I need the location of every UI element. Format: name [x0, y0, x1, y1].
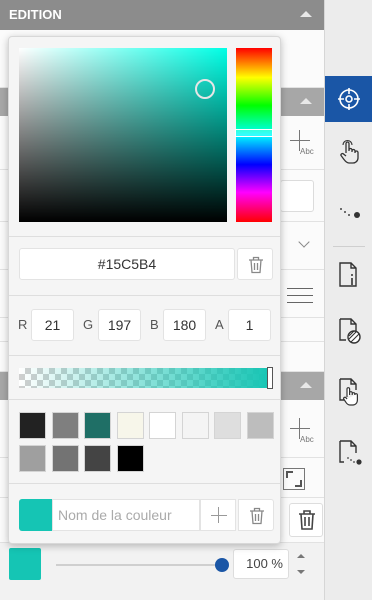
- color-picker-popup: #15C5B4 R 21 G 197 B 180 A 1 Nom de la c…: [8, 36, 281, 544]
- color-name-input[interactable]: Nom de la couleur: [52, 499, 200, 531]
- menu-icon[interactable]: [287, 288, 313, 304]
- alpha-label: A: [215, 317, 224, 332]
- edition-header[interactable]: EDITION: [0, 0, 324, 30]
- tool-path[interactable]: [325, 190, 372, 236]
- decrement-icon[interactable]: [297, 570, 305, 574]
- red-label: R: [18, 317, 28, 332]
- path-icon: [340, 208, 360, 218]
- color-swatch[interactable]: [116, 412, 144, 439]
- opacity-slider-track[interactable]: [56, 564, 222, 566]
- divider: [9, 236, 280, 237]
- edition-title: EDITION: [9, 7, 62, 22]
- color-swatch[interactable]: [84, 412, 111, 439]
- opacity-slider-thumb[interactable]: [215, 558, 229, 572]
- color-swatch[interactable]: [214, 412, 241, 439]
- add-color-button[interactable]: [200, 499, 236, 531]
- red-input[interactable]: 21: [31, 309, 74, 341]
- trash-icon: [250, 507, 264, 525]
- fit-screen-icon[interactable]: [283, 468, 305, 490]
- color-swatch[interactable]: [19, 445, 46, 472]
- alpha-slider[interactable]: [19, 367, 273, 389]
- toolbar-divider: [333, 246, 365, 247]
- delete-button[interactable]: [289, 503, 323, 537]
- tool-touch[interactable]: [325, 128, 372, 174]
- trash-icon: [299, 510, 315, 530]
- opacity-input[interactable]: 100 %: [233, 549, 289, 579]
- hex-input[interactable]: #15C5B4: [19, 248, 235, 280]
- right-toolbar: [324, 0, 372, 600]
- current-color-swatch[interactable]: [19, 499, 52, 531]
- collapse-chevron-icon[interactable]: [300, 382, 312, 388]
- saturation-cursor[interactable]: [195, 79, 215, 99]
- alpha-slider-handle[interactable]: [267, 367, 273, 389]
- plus-icon: [211, 515, 227, 516]
- collapse-chevron-icon[interactable]: [300, 11, 312, 17]
- color-swatch[interactable]: [181, 412, 209, 439]
- delete-color-button[interactable]: [238, 499, 274, 531]
- color-swatch[interactable]: [19, 412, 46, 439]
- increment-icon[interactable]: [297, 554, 305, 558]
- blue-label: B: [150, 317, 159, 332]
- tool-document-touch[interactable]: [325, 366, 372, 412]
- green-label: G: [83, 317, 94, 332]
- touch-icon: [340, 139, 359, 164]
- saturation-value-area[interactable]: [19, 48, 227, 222]
- divider: [9, 399, 280, 400]
- hue-slider[interactable]: [235, 48, 273, 222]
- add-text-icon[interactable]: Abc: [288, 418, 316, 448]
- color-swatch[interactable]: [51, 445, 79, 472]
- hue-slider-handle[interactable]: [235, 129, 273, 137]
- divider: [9, 483, 280, 484]
- color-swatch[interactable]: [246, 412, 274, 439]
- field[interactable]: [280, 180, 314, 212]
- clear-hex-button[interactable]: [237, 248, 273, 280]
- document-path-icon: [339, 440, 362, 465]
- tool-document-info[interactable]: [325, 250, 372, 296]
- divider: [9, 295, 280, 296]
- blue-input[interactable]: 180: [163, 309, 206, 341]
- color-swatch[interactable]: [51, 412, 79, 439]
- tool-document-path[interactable]: [325, 428, 372, 474]
- document-hatch-icon: [339, 318, 361, 344]
- document-touch-icon: [339, 378, 358, 406]
- color-swatch[interactable]: [84, 445, 111, 472]
- color-swatch[interactable]: [116, 445, 144, 472]
- alpha-input[interactable]: 1: [228, 309, 271, 341]
- current-color-swatch[interactable]: [9, 548, 41, 580]
- tool-target[interactable]: [325, 76, 372, 122]
- green-input[interactable]: 197: [98, 309, 141, 341]
- add-text-icon[interactable]: Abc: [288, 130, 316, 160]
- divider: [9, 355, 280, 356]
- document-info-icon: [339, 262, 357, 287]
- color-swatch[interactable]: [149, 412, 176, 439]
- tool-document-hatch[interactable]: [325, 306, 372, 352]
- collapse-chevron-icon[interactable]: [300, 98, 312, 104]
- target-icon: [338, 88, 360, 110]
- opacity-row: 100 %: [0, 543, 324, 589]
- trash-icon: [249, 256, 263, 274]
- chevron-down-icon[interactable]: [298, 236, 310, 248]
